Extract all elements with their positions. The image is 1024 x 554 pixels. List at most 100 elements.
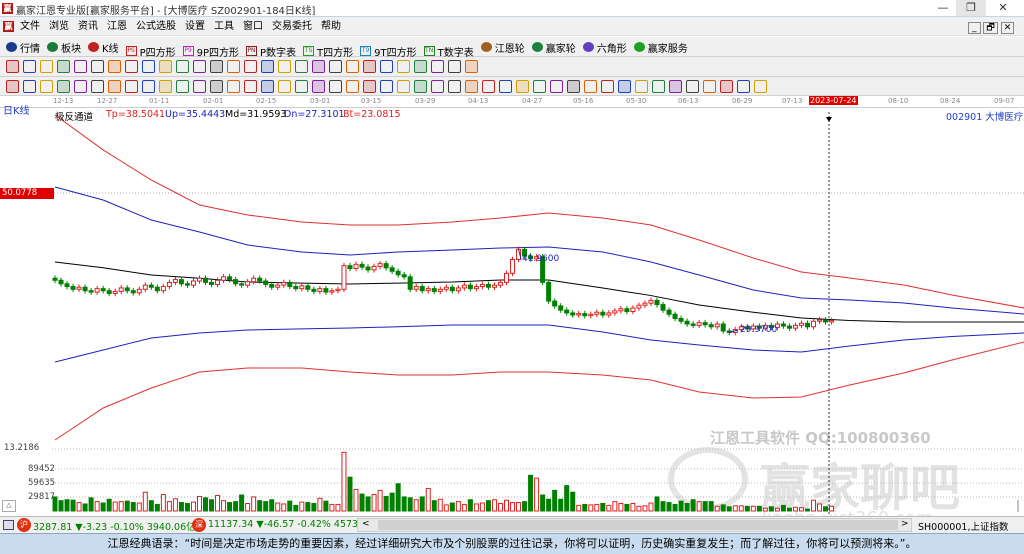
high-annotation: 41.9600 xyxy=(522,254,560,264)
candle xyxy=(672,313,678,319)
volume-bar xyxy=(750,505,756,512)
volume-bar xyxy=(805,508,810,512)
candle xyxy=(299,285,305,290)
candle xyxy=(708,324,714,328)
volume-bar xyxy=(203,497,208,512)
volume-bar xyxy=(148,500,154,512)
volume-bar xyxy=(720,504,726,512)
volume-bar xyxy=(239,494,245,512)
volume-bar xyxy=(130,502,136,512)
candle xyxy=(347,265,353,269)
scrollbar-thumb[interactable] xyxy=(378,520,898,530)
volume-bar xyxy=(546,498,552,512)
scroll-left-button[interactable]: < xyxy=(362,519,370,529)
candle xyxy=(504,272,509,283)
volume-bar xyxy=(485,500,491,512)
candle xyxy=(100,288,106,292)
candle xyxy=(443,286,449,290)
volume-bar xyxy=(112,501,118,512)
volume-bar xyxy=(690,499,696,512)
candle xyxy=(377,263,383,267)
horizontal-scrollbar[interactable]: < > xyxy=(357,518,912,532)
candle xyxy=(371,265,377,271)
volume-bar xyxy=(636,505,642,512)
volume-bar xyxy=(431,500,437,512)
candle xyxy=(780,323,786,327)
volume-bar xyxy=(401,496,407,512)
candle xyxy=(479,283,485,288)
sz-badge-icon: 深 xyxy=(192,518,206,532)
volume-bar xyxy=(491,499,497,512)
kline-chart[interactable] xyxy=(0,0,1024,554)
volume-bar xyxy=(221,500,227,512)
volume-bar xyxy=(534,477,540,512)
volume-bar xyxy=(479,502,485,512)
candle xyxy=(251,277,257,283)
volume-bar xyxy=(660,501,666,512)
candle xyxy=(696,322,702,326)
calculator-icon[interactable] xyxy=(3,520,14,530)
volume-bar xyxy=(792,506,798,512)
volume-bar xyxy=(359,493,365,512)
candle xyxy=(166,281,172,288)
volume-bar xyxy=(166,501,172,512)
candle xyxy=(660,304,666,311)
volume-bar xyxy=(696,501,702,512)
candle xyxy=(233,279,239,285)
candle xyxy=(76,286,82,290)
sz-index-quote: 11137.34 ▼-46.57 -0.42% 4573.56 xyxy=(208,519,374,530)
candle xyxy=(552,300,558,307)
volume-bar xyxy=(353,488,359,512)
candle xyxy=(160,286,166,292)
candle xyxy=(323,288,329,293)
candle xyxy=(419,286,425,292)
volume-bar xyxy=(371,494,377,512)
candle xyxy=(257,277,263,282)
candle xyxy=(178,279,184,285)
candle xyxy=(142,284,148,290)
channel-line-bt xyxy=(54,341,1024,441)
quote-bar: 江恩经典语录：“时间是决定市场走势的重要因素，经过详细研究大市及个别股票的过往记… xyxy=(0,533,1024,554)
volume-bar xyxy=(209,499,215,512)
volume-bar xyxy=(786,507,792,512)
candle xyxy=(64,283,70,288)
volume-bar xyxy=(461,503,467,512)
volume-bar xyxy=(389,492,395,512)
volume-bar xyxy=(257,500,263,512)
volume-bar xyxy=(648,502,654,512)
candle xyxy=(275,284,281,288)
channel-line-md xyxy=(54,261,1024,323)
scroll-right-button[interactable]: > xyxy=(901,519,909,529)
candle xyxy=(564,309,570,314)
candle xyxy=(184,283,190,286)
volume-bar xyxy=(106,498,112,512)
index-selector[interactable]: SH000001,上证指数 xyxy=(918,519,1008,533)
volume-bar xyxy=(829,505,835,512)
candle xyxy=(106,290,112,294)
volume-bar xyxy=(497,502,503,512)
sh-badge-icon: 沪 xyxy=(17,518,31,532)
candle xyxy=(606,312,612,316)
candle xyxy=(570,312,576,316)
volume-bar xyxy=(528,474,534,512)
candle xyxy=(449,286,455,292)
candle xyxy=(630,307,636,313)
volume-bar xyxy=(305,502,311,512)
volume-bar xyxy=(251,496,257,512)
candle xyxy=(311,288,317,292)
volume-bar xyxy=(160,494,166,512)
candle xyxy=(172,279,178,283)
volume-bar xyxy=(437,498,443,512)
volume-bar xyxy=(323,500,329,512)
volume-bar xyxy=(811,499,817,512)
volume-bar xyxy=(317,497,323,512)
candle xyxy=(341,265,347,290)
candle xyxy=(491,284,497,288)
volume-bar xyxy=(768,506,774,512)
expand-up-button[interactable]: △ xyxy=(2,500,16,512)
volume-bar xyxy=(100,502,106,512)
candle xyxy=(431,288,437,292)
volume-bar xyxy=(365,496,371,512)
volume-bar xyxy=(419,496,425,512)
volume-bar xyxy=(275,502,281,512)
